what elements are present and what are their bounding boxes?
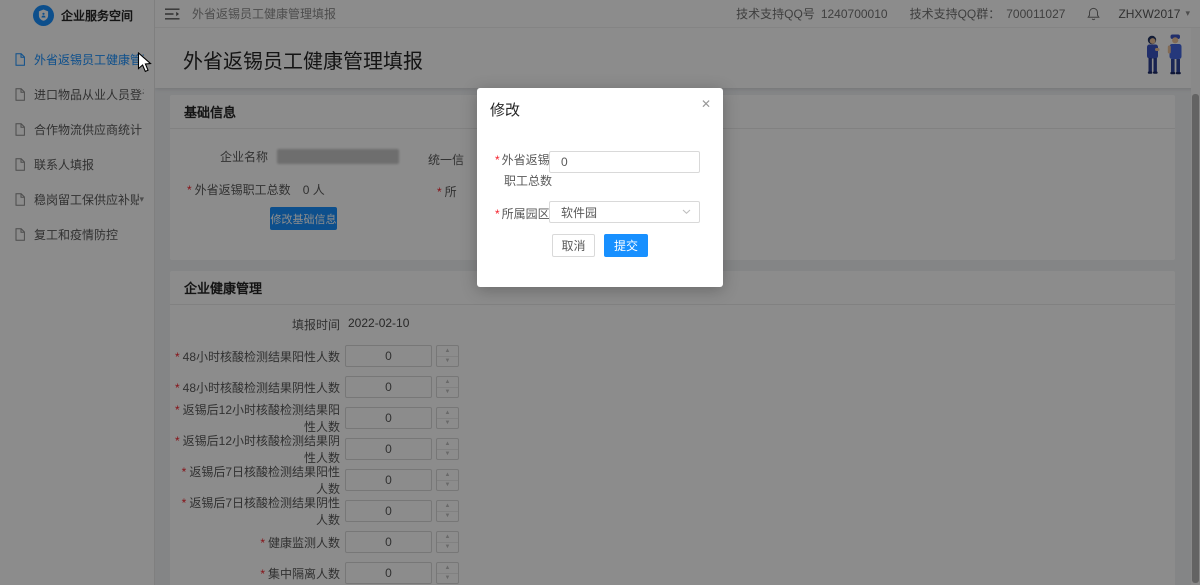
park-select-value: 软件园 bbox=[561, 204, 597, 221]
modal-title: 修改 bbox=[490, 99, 520, 120]
modal-footer: 取消 提交 bbox=[477, 234, 723, 257]
edit-modal: 修改 ✕ 外省返锡 职工总数 0 所属园区 软件园 取消 提交 bbox=[477, 88, 723, 287]
chevron-down-icon bbox=[682, 209, 691, 215]
required-mark bbox=[495, 153, 502, 167]
returning-staff-total-input[interactable]: 0 bbox=[549, 151, 700, 173]
cancel-button[interactable]: 取消 bbox=[552, 234, 595, 257]
close-icon[interactable]: ✕ bbox=[698, 95, 714, 113]
returning-staff-total-label: 外省返锡 职工总数 bbox=[495, 150, 552, 192]
app-window: 外省返锡员工健康管理填报 技术支持QQ号1240700010 技术支持QQ群：7… bbox=[0, 0, 1200, 585]
submit-button[interactable]: 提交 bbox=[604, 234, 648, 257]
required-mark bbox=[495, 207, 502, 221]
park-select-label: 所属园区 bbox=[495, 204, 550, 225]
park-select[interactable]: 软件园 bbox=[549, 201, 700, 223]
